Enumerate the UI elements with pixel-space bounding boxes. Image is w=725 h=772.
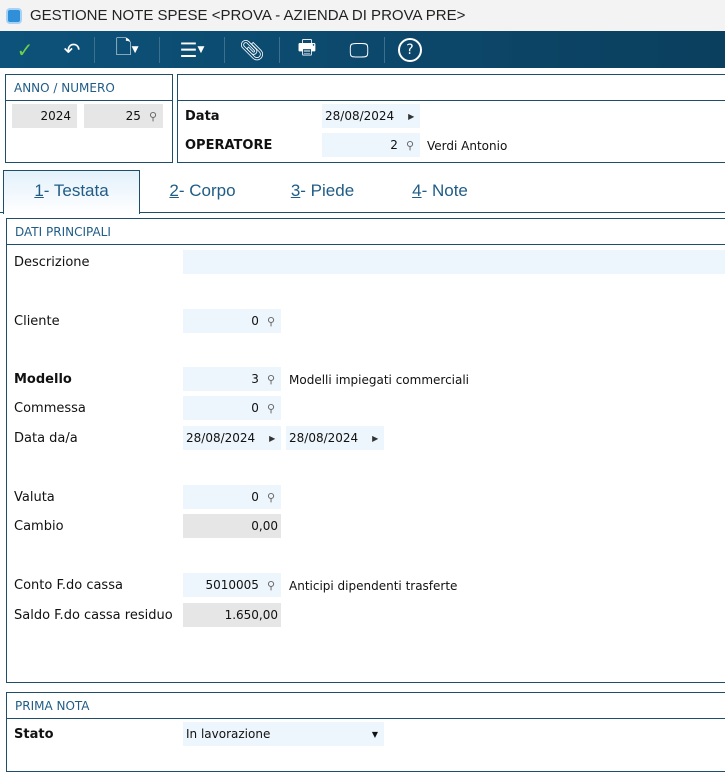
- tab-label: - Piede: [300, 181, 355, 200]
- search-icon[interactable]: ⚲: [267, 315, 275, 328]
- tab-number: 4: [412, 181, 422, 200]
- chevron-down-icon[interactable]: ▼: [372, 730, 378, 739]
- descrizione-label: Descrizione: [14, 255, 90, 270]
- search-icon[interactable]: ⚲: [406, 139, 414, 152]
- operatore-field[interactable]: 2 ⚲: [322, 133, 420, 157]
- commessa-value: 0: [251, 401, 259, 415]
- numero-field[interactable]: 25 ⚲: [84, 104, 163, 128]
- anno-numero-header: ANNO / NUMERO: [6, 75, 172, 101]
- data-field[interactable]: 28/08/2024 ▶: [322, 104, 420, 128]
- modello-field[interactable]: 3 ⚲: [183, 367, 281, 391]
- stato-select[interactable]: In lavorazione ▼: [183, 722, 384, 746]
- undo-icon[interactable]: ↶: [50, 31, 94, 68]
- operatore-name: Verdi Antonio: [427, 139, 508, 153]
- tab-label: - Note: [421, 181, 468, 200]
- header-box-title: [178, 75, 725, 101]
- valuta-field[interactable]: 0 ⚲: [183, 485, 281, 509]
- toolbar: ✓ ↶ 🗋 ▼ ☰ ▼ 📎︎ 🖶 🖵 ?: [0, 31, 725, 68]
- tab-number: 2: [169, 181, 179, 200]
- dati-principali-header: DATI PRINCIPALI: [7, 219, 725, 245]
- operatore-label: OPERATORE: [185, 138, 273, 153]
- search-icon[interactable]: ⚲: [267, 373, 275, 386]
- saldo-label: Saldo F.do cassa residuo: [14, 608, 173, 623]
- cambio-label: Cambio: [14, 519, 64, 534]
- conto-value: 5010005: [205, 578, 259, 592]
- app-logo-icon: [6, 7, 22, 24]
- conto-field[interactable]: 5010005 ⚲: [183, 573, 281, 597]
- conto-desc: Anticipi dipendenti trasferte: [289, 579, 458, 593]
- stato-value: In lavorazione: [186, 727, 271, 741]
- tab-piede[interactable]: 3 - Piede: [265, 170, 380, 212]
- title-bar: GESTIONE NOTE SPESE <PROVA - AZIENDA DI …: [0, 0, 725, 31]
- tab-number: 3: [290, 181, 301, 200]
- data-label: Data: [185, 109, 220, 124]
- tab-label: - Testata: [43, 181, 109, 200]
- printer-icon[interactable]: 🖶: [280, 31, 334, 68]
- descrizione-input[interactable]: [183, 250, 725, 274]
- check-icon[interactable]: ✓: [0, 31, 50, 68]
- cliente-label: Cliente: [14, 314, 60, 329]
- commessa-label: Commessa: [14, 401, 86, 416]
- tab-label: - Corpo: [178, 181, 236, 200]
- anno-field[interactable]: 2024: [12, 104, 77, 128]
- caret-right-icon[interactable]: ▶: [269, 434, 275, 443]
- search-icon[interactable]: ⚲: [267, 491, 275, 504]
- modello-label: Modello: [14, 372, 72, 387]
- data-da-field[interactable]: 28/08/2024 ▶: [183, 426, 281, 450]
- search-icon[interactable]: ⚲: [149, 110, 157, 123]
- window-title: GESTIONE NOTE SPESE <PROVA - AZIENDA DI …: [30, 7, 466, 24]
- tab-note[interactable]: 4 - Note: [385, 170, 495, 212]
- conto-label: Conto F.do cassa: [14, 578, 123, 593]
- data-a-value: 28/08/2024: [289, 431, 359, 445]
- operatore-value: 2: [390, 138, 398, 152]
- search-icon[interactable]: ⚲: [267, 579, 275, 592]
- cliente-value: 0: [251, 314, 259, 328]
- monitor-icon[interactable]: 🖵: [334, 31, 384, 68]
- paperclip-icon[interactable]: 📎︎: [225, 31, 279, 68]
- data-value: 28/08/2024: [325, 109, 395, 123]
- saldo-field: 1.650,00: [183, 603, 281, 627]
- tab-corpo[interactable]: 2 - Corpo: [145, 170, 260, 212]
- stato-label: Stato: [14, 727, 54, 742]
- valuta-label: Valuta: [14, 490, 55, 505]
- data-da-a-label: Data da/a: [14, 431, 78, 446]
- cambio-field: 0,00: [183, 514, 281, 538]
- modello-value: 3: [251, 372, 259, 386]
- data-da-value: 28/08/2024: [186, 431, 256, 445]
- saldo-value: 1.650,00: [224, 608, 278, 622]
- numero-value: 25: [125, 109, 141, 123]
- help-icon[interactable]: ?: [385, 31, 435, 68]
- tab-number: 1: [34, 181, 44, 200]
- cambio-value: 0,00: [251, 519, 278, 533]
- tab-testata[interactable]: 1 - Testata: [3, 170, 140, 212]
- cliente-field[interactable]: 0 ⚲: [183, 309, 281, 333]
- caret-right-icon[interactable]: ▶: [372, 434, 378, 443]
- menu-icon[interactable]: ☰ ▼: [160, 31, 224, 68]
- commessa-field[interactable]: 0 ⚲: [183, 396, 281, 420]
- document-icon[interactable]: 🗋 ▼: [95, 31, 159, 68]
- caret-right-icon[interactable]: ▶: [408, 112, 414, 121]
- prima-nota-header: PRIMA NOTA: [7, 693, 725, 719]
- data-a-field[interactable]: 28/08/2024 ▶: [286, 426, 384, 450]
- anno-value: 2024: [40, 109, 71, 123]
- modello-desc: Modelli impiegati commerciali: [289, 373, 470, 387]
- search-icon[interactable]: ⚲: [267, 402, 275, 415]
- valuta-value: 0: [251, 490, 259, 504]
